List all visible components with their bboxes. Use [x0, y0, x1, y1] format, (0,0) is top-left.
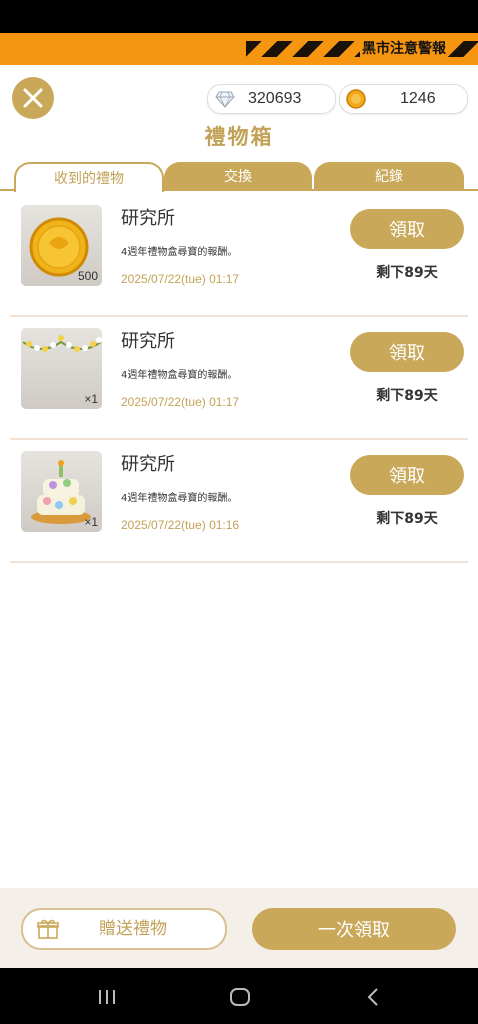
claim-button[interactable]: 領取 [350, 332, 464, 372]
gift-list-item: ×1 研究所 4週年禮物盒尋寶的報酬。 2025/07/22(tue) 01:1… [10, 438, 468, 563]
send-gift-button[interactable]: 贈送禮物 [21, 908, 227, 950]
days-remaining: 剩下89天 [376, 265, 438, 281]
close-button[interactable] [12, 77, 54, 119]
recent-apps-icon[interactable] [97, 988, 117, 1006]
close-icon [23, 88, 43, 108]
gift-date: 2025/07/22(tue) 01:17 [121, 272, 240, 286]
claim-all-button[interactable]: 一次領取 [252, 908, 456, 950]
claim-button[interactable]: 領取 [350, 209, 464, 249]
gift-list-item: ×1 研究所 4週年禮物盒尋寶的報酬。 2025/07/22(tue) 01:1… [10, 315, 468, 440]
claim-button[interactable]: 領取 [350, 455, 464, 495]
gift-description: 4週年禮物盒尋寶的報酬。 [121, 493, 238, 504]
home-icon[interactable] [229, 987, 251, 1007]
gift-thumbnail: ×1 [21, 451, 102, 532]
diamond-counter: 320693 [207, 84, 336, 114]
gift-quantity: ×1 [84, 392, 98, 406]
tab-received-gifts[interactable]: 收到的禮物 [14, 162, 164, 192]
warning-text: 黑市注意警報 [360, 40, 448, 58]
gift-thumbnail: 500 [21, 205, 102, 286]
gift-date: 2025/07/22(tue) 01:16 [121, 518, 240, 532]
coin-icon [346, 89, 366, 109]
tab-exchange[interactable]: 交換 [164, 162, 312, 190]
black-market-warning-banner[interactable]: 黑市注意警報 [0, 33, 478, 65]
gift-description: 4週年禮物盒尋寶的報酬。 [121, 247, 238, 258]
back-icon[interactable] [365, 987, 381, 1007]
diamond-count: 320693 [248, 90, 302, 107]
coin-counter: 1246 [339, 84, 468, 114]
gift-quantity: ×1 [84, 515, 98, 529]
status-bar [0, 0, 478, 33]
gift-quantity: 500 [77, 269, 98, 283]
send-gift-label: 贈送禮物 [99, 919, 167, 939]
gift-sender: 研究所 [121, 208, 175, 229]
diamond-icon [215, 91, 235, 108]
gift-description: 4週年禮物盒尋寶的報酬。 [121, 370, 238, 381]
gift-sender: 研究所 [121, 454, 175, 475]
page-title: 禮物箱 [204, 125, 274, 149]
gift-thumbnail: ×1 [21, 328, 102, 409]
gift-box-icon [37, 919, 59, 939]
days-remaining: 剩下89天 [376, 511, 438, 527]
gift-sender: 研究所 [121, 331, 175, 352]
gift-date: 2025/07/22(tue) 01:17 [121, 395, 240, 409]
days-remaining: 剩下89天 [376, 388, 438, 404]
gift-list-item: 500 研究所 4週年禮物盒尋寶的報酬。 2025/07/22(tue) 01:… [10, 192, 468, 317]
system-nav-bar [0, 968, 478, 1024]
tab-history[interactable]: 紀錄 [314, 162, 464, 190]
coin-count: 1246 [400, 90, 436, 107]
